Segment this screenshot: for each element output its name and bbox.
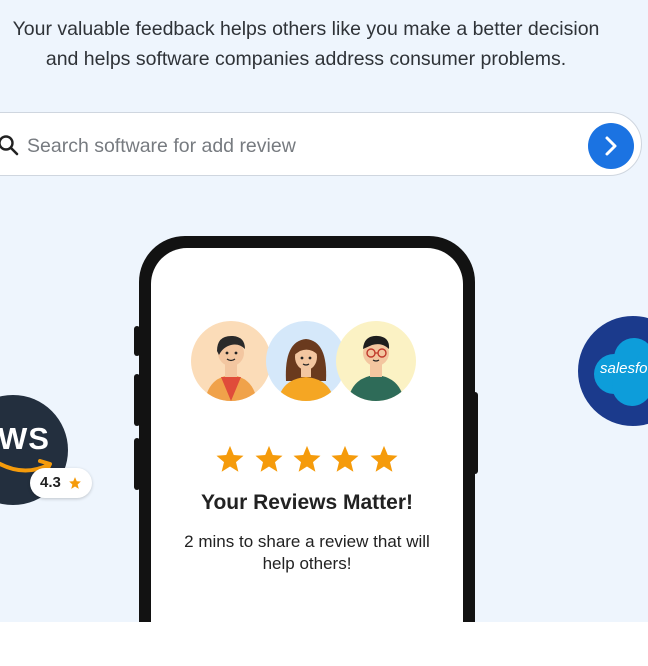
phone-screen: Your Reviews Matter! 2 mins to share a r…: [151, 248, 463, 622]
person-illustration-icon: [348, 335, 404, 401]
rating-badge: 4.3: [30, 468, 92, 498]
star-rating: [151, 444, 463, 479]
person-illustration-icon: [278, 339, 334, 401]
search-submit-button[interactable]: [588, 123, 634, 169]
search-bar: [0, 112, 642, 176]
star-icon: [216, 445, 244, 472]
person-illustration-icon: [205, 335, 257, 401]
star-icon: [293, 445, 321, 472]
avatar: [336, 321, 416, 401]
avatar: [191, 321, 271, 401]
chevron-right-icon: [605, 136, 617, 156]
star-icon: [69, 477, 81, 489]
intro-text: Your valuable feedback helps others like…: [0, 14, 612, 74]
aws-logo-text: WS: [0, 421, 50, 456]
search-input[interactable]: [25, 127, 549, 165]
star-icon: [370, 445, 398, 472]
phone-side-button: [134, 438, 140, 490]
search-icon: [0, 135, 19, 156]
phone-side-button: [134, 326, 140, 356]
salesforce-logo: salesfo: [578, 316, 648, 426]
phone-side-button: [472, 392, 478, 474]
salesforce-logo-text: salesfo: [600, 360, 648, 377]
star-icon: [331, 445, 359, 472]
phone-side-button: [134, 374, 140, 426]
intro-line-2: and helps software companies address con…: [45, 48, 567, 70]
star-icon: [255, 445, 283, 472]
avatar: [266, 321, 346, 401]
intro-line-1: Your valuable feedback helps others like…: [12, 18, 600, 40]
reviews-title: Your Reviews Matter!: [201, 491, 413, 514]
reviews-subtitle: 2 mins to share a review that will help …: [184, 532, 430, 573]
hero-section: Your valuable feedback helps others like…: [0, 0, 648, 622]
rating-value: 4.3: [40, 474, 61, 491]
